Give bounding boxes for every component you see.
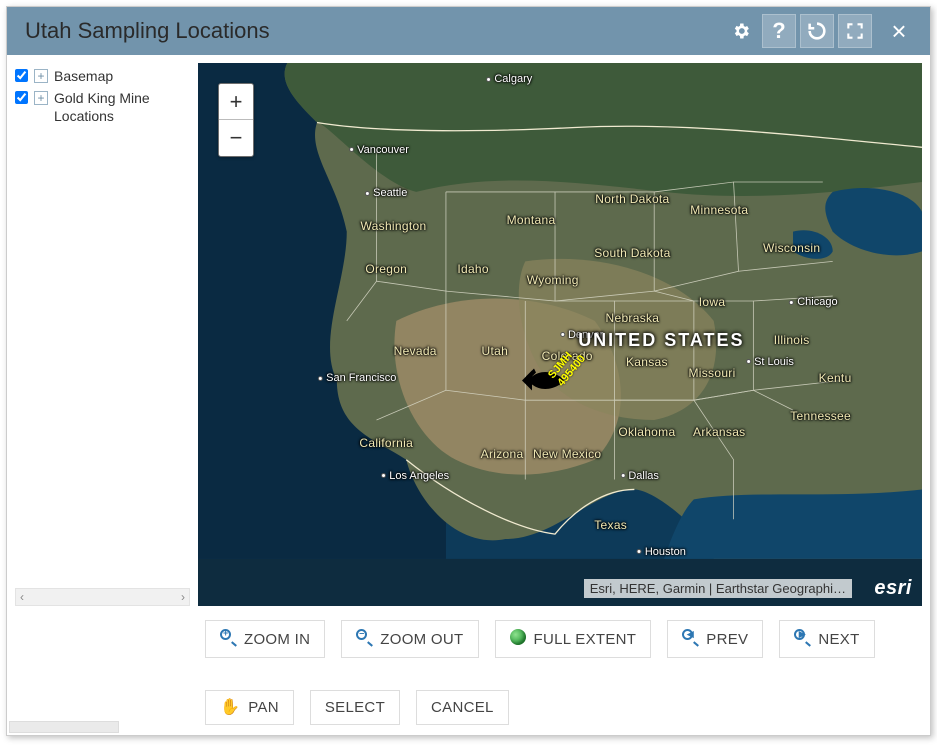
zoom-control: + − [218,83,254,157]
pan-tool[interactable]: ✋ PAN [205,690,294,725]
map-attribution: Esri, HERE, Garmin | Earthstar Geographi… [584,579,852,598]
reload-icon[interactable] [800,14,834,48]
globe-icon [510,629,526,649]
tool-label: CANCEL [431,699,494,716]
layer-list: + Basemap + Gold King Mine Locations [15,63,190,584]
expand-icon[interactable]: + [34,91,48,105]
map-label-nevada: Nevada [394,344,437,358]
map-label-oklahoma: Oklahoma [618,425,675,439]
magnifier-prev-icon: ◄ [682,629,698,649]
tool-label: SELECT [325,699,385,716]
scroll-left-icon[interactable]: ‹ [20,590,24,604]
layer-checkbox-goldking[interactable] [15,91,28,104]
map-label-wisconsin: Wisconsin [763,241,820,255]
select-tool[interactable]: SELECT [310,690,400,725]
tool-label: ZOOM IN [244,631,310,648]
magnifier-plus-icon: + [220,629,236,649]
map-label-nebraska: Nebraska [606,311,660,325]
layer-sidebar: + Basemap + Gold King Mine Locations ‹ › [15,63,190,606]
magnifier-minus-icon: – [356,629,372,649]
scroll-right-icon[interactable]: › [181,590,185,604]
close-icon[interactable]: × [882,14,916,48]
tool-label: FULL EXTENT [534,631,637,648]
tool-label: ZOOM OUT [380,631,463,648]
expand-icon[interactable]: + [34,69,48,83]
tool-label: PAN [248,699,279,716]
map-label-chicago: Chicago [789,296,837,308]
window-body: + Basemap + Gold King Mine Locations ‹ › [7,55,930,735]
map-label-calgary: Calgary [486,73,532,85]
prev-extent-tool[interactable]: ◄ PREV [667,620,763,658]
zoom-in-tool[interactable]: + ZOOM IN [205,620,325,658]
window-title: Utah Sampling Locations [25,18,720,44]
map-label-montana: Montana [507,213,556,227]
zoom-in-button[interactable]: + [219,84,253,120]
map-label-washington: Washington [361,219,427,233]
tool-label: NEXT [818,631,859,648]
zoom-out-tool[interactable]: – ZOOM OUT [341,620,478,658]
map-label-san-francisco: San Francisco [318,372,396,384]
map-label-south-dakota: South Dakota [594,246,670,260]
map-label-utah: Utah [482,344,509,358]
map-label-kentu: Kentu [819,371,852,385]
map-label-california: California [359,436,413,450]
map-label-idaho: Idaho [457,262,489,276]
map-label-kansas: Kansas [626,355,668,369]
map-label-oregon: Oregon [365,262,407,276]
map-viewport[interactable]: + − UNITED STATES SJMH495400 CalgaryVanc… [198,63,922,606]
esri-logo: esri [874,577,912,600]
map-label-vancouver: Vancouver [349,144,409,156]
map-toolbar: + ZOOM IN – ZOOM OUT FULL EXTENT ◄ PREV … [15,606,922,729]
country-label-us: UNITED STATES [578,331,744,349]
layer-label: Basemap [54,67,190,85]
map-label-iowa: Iowa [699,295,726,309]
titlebar: Utah Sampling Locations ? × [7,7,930,55]
zoom-out-button[interactable]: − [219,120,253,156]
map-label-los-angeles: Los Angeles [381,470,449,482]
map-label-illinois: Illinois [774,333,810,347]
window-bottom-scrollbar[interactable] [9,721,119,733]
hand-icon: ✋ [220,700,240,716]
map-label-wyoming: Wyoming [527,273,579,287]
map-label-arizona: Arizona [481,447,524,461]
layer-checkbox-basemap[interactable] [15,69,28,82]
magnifier-next-icon: ► [794,629,810,649]
next-extent-tool[interactable]: ► NEXT [779,620,874,658]
help-icon[interactable]: ? [762,14,796,48]
map-label-north-dakota: North Dakota [595,192,669,206]
full-extent-tool[interactable]: FULL EXTENT [495,620,652,658]
map-label-st-louis: St Louis [746,356,794,368]
map-label-seattle: Seattle [365,187,407,199]
basemap-terrain [198,63,922,559]
map-label-houston: Houston [637,546,686,558]
map-label-missouri: Missouri [688,366,735,380]
settings-icon[interactable] [724,14,758,48]
sidebar-scrollbar[interactable]: ‹ › [15,588,190,606]
fullscreen-icon[interactable] [838,14,872,48]
tool-label: PREV [706,631,748,648]
map-label-minnesota: Minnesota [690,203,748,217]
map-label-new-mexico: New Mexico [533,447,601,461]
main-area: + Basemap + Gold King Mine Locations ‹ › [15,63,922,606]
map-label-tennessee: Tennessee [790,409,851,423]
cancel-tool[interactable]: CANCEL [416,690,509,725]
map-label-texas: Texas [594,518,627,532]
map-window: Utah Sampling Locations ? × + Basemap [6,6,931,736]
map-label-arkansas: Arkansas [693,425,745,439]
layer-item-goldking[interactable]: + Gold King Mine Locations [15,87,190,127]
layer-item-basemap[interactable]: + Basemap [15,65,190,87]
map-label-dallas: Dallas [620,470,659,482]
layer-label: Gold King Mine Locations [54,89,190,125]
